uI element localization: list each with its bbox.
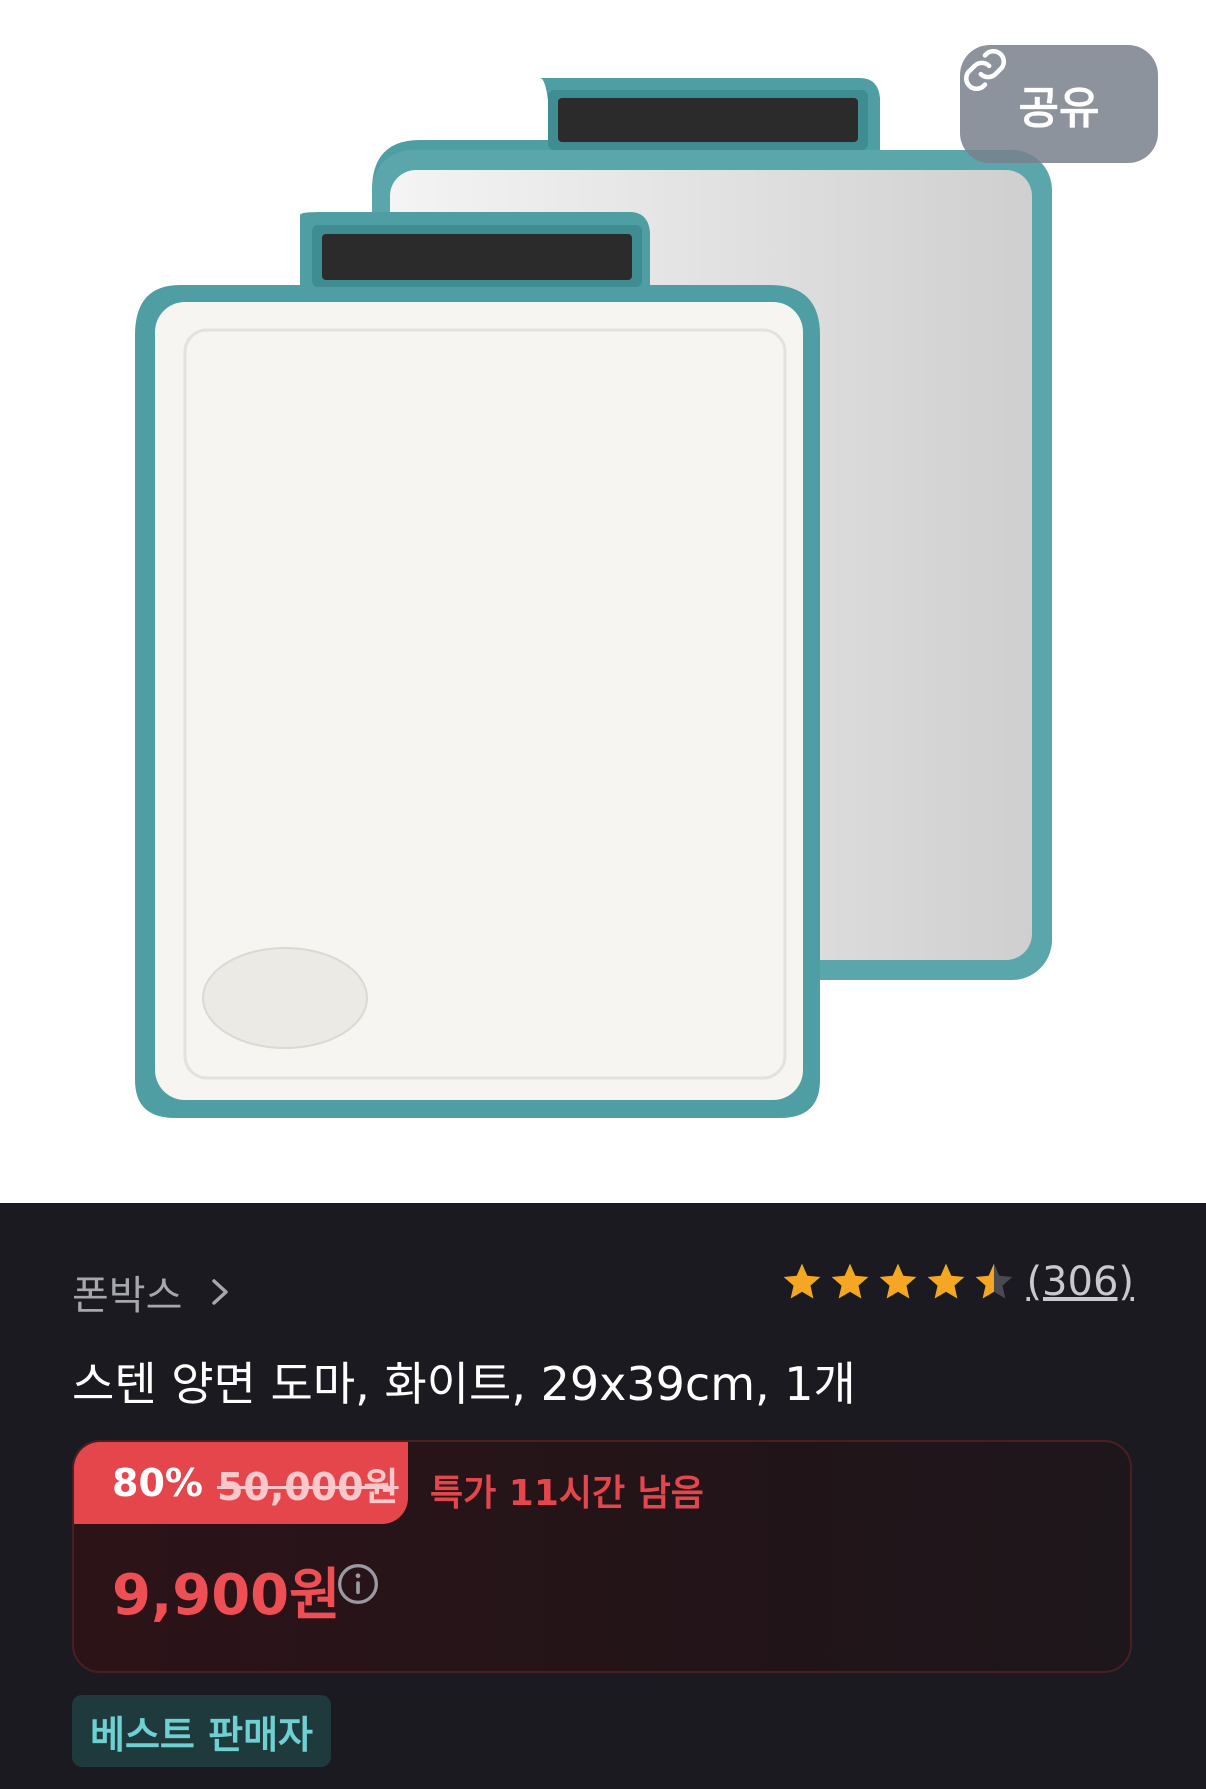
discount-rate: 80% <box>112 1461 203 1505</box>
sale-price: 9,900원 <box>112 1563 341 1628</box>
product-image[interactable]: 공유 <box>0 0 1206 1203</box>
seller-link[interactable]: 폰박스 <box>72 1263 232 1321</box>
link-icon <box>963 48 1007 92</box>
original-price: 50,000원 <box>216 1464 399 1509</box>
star-icon <box>976 1263 1013 1299</box>
cutting-board-illustration <box>135 78 1052 1118</box>
star-icon <box>784 1263 821 1299</box>
deal-timer: 특가 11시간 남음 <box>430 1473 704 1514</box>
share-label: 공유 <box>1018 83 1100 134</box>
product-title: 스텐 양면 도마, 화이트, 29x39cm, 1개 <box>72 1357 856 1411</box>
price-box: 80% 50,000원 특가 11시간 남음 9,900원 <box>72 1440 1132 1673</box>
seller-name: 폰박스 <box>72 1273 183 1319</box>
product-info-panel: 폰박스 (306) 스텐 양면 도마, 화이트, 29x39cm, 1개 80%… <box>0 1203 1206 1789</box>
star-icon <box>928 1263 965 1299</box>
info-circle-icon[interactable] <box>336 1562 380 1606</box>
rating[interactable]: (306) <box>780 1259 1134 1305</box>
star-rating <box>780 1260 1016 1304</box>
best-seller-badge: 베스트 판매자 <box>72 1695 331 1767</box>
chevron-right-icon <box>212 1279 229 1305</box>
share-button[interactable]: 공유 <box>960 45 1158 163</box>
discount-tag: 80% 50,000원 <box>74 1442 408 1524</box>
star-icon <box>880 1263 917 1299</box>
star-icon <box>832 1263 869 1299</box>
review-count[interactable]: (306) <box>1026 1259 1134 1305</box>
